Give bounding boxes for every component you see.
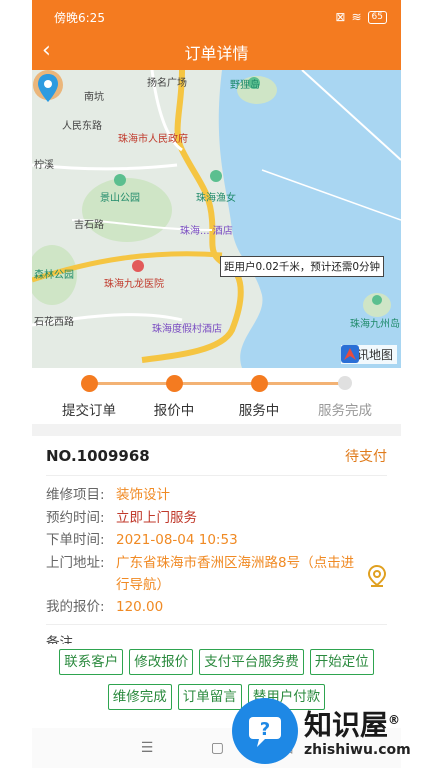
status-time: 傍晚6:25 [54,10,105,25]
watermark-cn: 知识屋® [304,708,401,742]
wifi-icon: ≋ [351,10,362,24]
page-title: 订单详情 [184,44,249,63]
field-appointment-time: 预约时间: 立即上门服务 [46,507,387,530]
watermark: ? 知识屋® zhishiwu.com [232,698,411,764]
map-label-gov: 珠海市人民政府 [118,134,188,145]
progress-step-label: 提交订单 [62,403,116,419]
home-nav-icon[interactable]: ▢ [211,740,224,756]
map-label-forest: 森林公园 [34,270,74,281]
order-number: NO.1009968 [46,446,150,465]
svg-text:?: ? [260,719,270,740]
remark-label: 备注 [46,635,73,644]
field-value: 120.00 [116,598,164,615]
progress-dot [250,375,268,392]
field-label: 维修项目: [46,487,105,503]
map-label-jiuzhou: 珠海九州岛 [350,319,400,330]
map-view[interactable]: 扬名广场 野狸岛 南坑 人民东路 珠海市人民政府 柠溪 珠海渔女 景山公园 吉石… [32,70,401,368]
order-header: NO.1009968 待支付 [46,436,387,476]
field-address[interactable]: 上门地址: 广东省珠海市香洲区海洲路8号（点击进行导航） [46,552,387,596]
map-label-yangming: 扬名广场 [147,78,187,89]
map-label-yeli: 野狸岛 [230,80,260,91]
field-value: 立即上门服务 [116,509,197,526]
map-label-jishi: 吉石路 [74,220,104,231]
map-label-yunu: 珠海渔女 [196,193,236,204]
watermark-en: zhishiwu.com [304,741,411,758]
watermark-logo-icon: ? [232,698,298,764]
order-progress: 提交订单 报价中 服务中 服务完成 [32,368,401,424]
location-pin-icon [33,70,63,102]
phone-screen: 傍晚6:25 ⊠ ≋ 65 ‹ 订单详情 扬名广场 野狸岛 南坑 人民东路 珠海… [32,0,401,768]
progress-dot [338,376,352,390]
field-repair-item: 维修项目: 装饰设计 [46,484,387,507]
pay-platform-fee-button[interactable]: 支付平台服务费 [199,649,304,675]
field-label: 上门地址: [46,554,105,571]
progress-step-label: 报价中 [153,403,195,419]
remark-section: 备注 [46,624,387,644]
edit-quote-button[interactable]: 修改报价 [129,649,194,675]
watermark-text: 知识屋® zhishiwu.com [304,704,411,758]
map-label-zhexi: 柠溪 [34,160,54,171]
address-link[interactable]: 广东省珠海市香洲区海洲路8号（点击进行导航） [116,552,387,596]
map-label-renmin-road: 人民东路 [62,121,102,132]
progress-dot [80,375,98,392]
top-nav-bar: ‹ 订单详情 [32,34,401,70]
field-label: 预约时间: [46,509,105,526]
progress-step-label: 服务中 [238,403,280,419]
status-icons: ⊠ ≋ 65 [335,10,387,24]
start-location-button[interactable]: 开始定位 [309,649,374,675]
field-my-quote: 我的报价: 120.00 [46,596,387,619]
contact-customer-button[interactable]: 联系客户 [59,649,124,675]
map-label-jingshan: 景山公园 [100,193,140,204]
battery-icon: 65 [367,10,387,24]
map-label-shihua: 石花西路 [34,317,74,328]
map-brand: 腾讯地图 [340,345,397,364]
map-label-resort: 珠海度假村酒店 [152,324,222,335]
action-row-1: 联系客户 修改报价 支付平台服务费 开始定位 [32,649,401,675]
back-arrow-icon[interactable]: ‹ [42,38,51,64]
field-value: 装饰设计 [116,487,170,503]
order-card: NO.1009968 待支付 维修项目: 装饰设计 预约时间: 立即上门服务 下… [32,436,401,618]
tencent-map-logo-icon [340,345,359,363]
sim-icon: ⊠ [335,10,346,24]
repair-complete-button[interactable]: 维修完成 [107,684,172,710]
order-status: 待支付 [345,448,387,465]
navigate-location-icon[interactable] [367,564,387,588]
progress-dot [165,375,183,392]
progress-step-label: 服务完成 [318,403,372,419]
menu-nav-icon[interactable]: ☰ [141,740,154,756]
field-value: 2021-08-04 10:53 [116,532,238,548]
field-label: 我的报价: [46,598,105,615]
map-label-nanxi: 南坑 [84,92,104,103]
order-fields: 维修项目: 装饰设计 预约时间: 立即上门服务 下单时间: 2021-08-04… [46,476,387,618]
field-label: 下单时间: [46,532,105,548]
section-divider [32,424,401,436]
distance-tooltip: 距用户0.02千米，预计还需0分钟 [220,256,385,277]
map-label-hotel: 珠海... 酒店 [180,226,233,237]
progress-line [89,382,345,385]
status-bar: 傍晚6:25 ⊠ ≋ 65 [32,0,401,34]
map-label-jiulong: 珠海九龙医院 [104,279,164,290]
field-order-time: 下单时间: 2021-08-04 10:53 [46,529,387,552]
